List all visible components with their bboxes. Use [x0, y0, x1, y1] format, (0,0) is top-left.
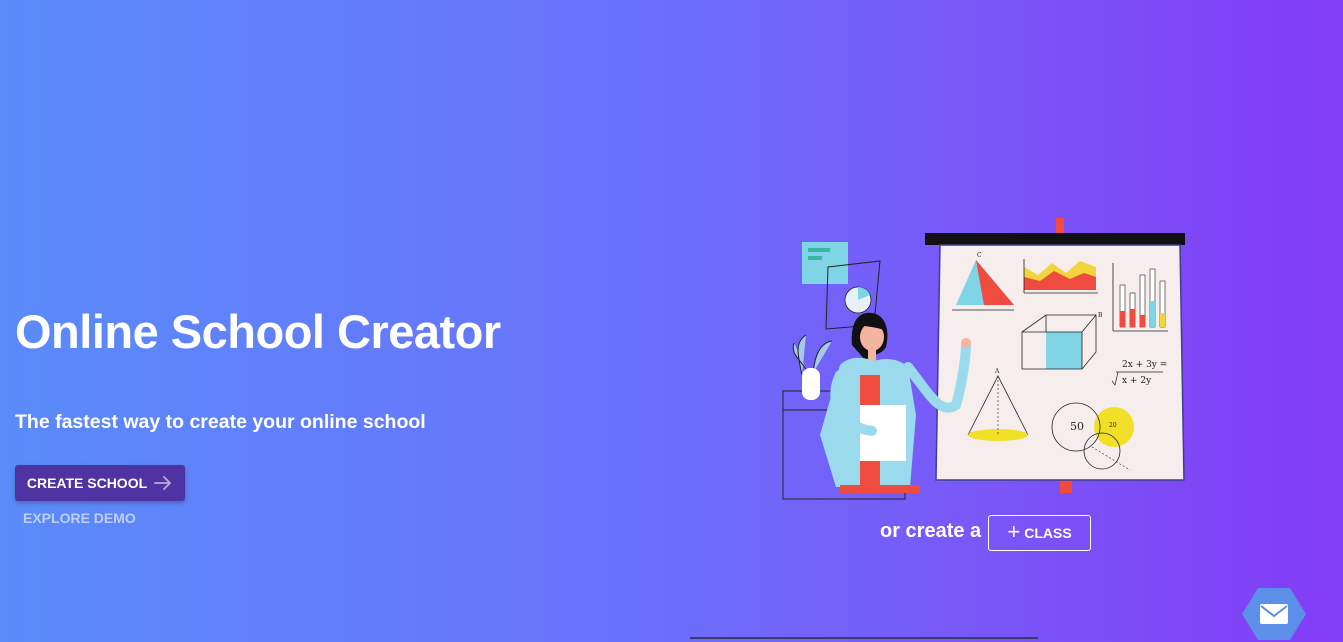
create-class-button[interactable]: + CLASS: [988, 515, 1091, 551]
teacher-illustration: C B 2x + 3y = x + 2y A 50 20: [782, 218, 1185, 500]
mail-icon[interactable]: [1242, 586, 1306, 642]
create-class-label: CLASS: [1024, 525, 1072, 541]
hero-title: Online School Creator: [15, 305, 501, 358]
create-school-button[interactable]: CREATE SCHOOL: [15, 465, 185, 501]
equation-top: 2x + 3y =: [1122, 360, 1167, 370]
hero-subtitle: The fastest way to create your online sc…: [15, 411, 426, 433]
explore-demo-link[interactable]: EXPLORE DEMO: [23, 510, 136, 526]
label-b: B: [1098, 312, 1103, 319]
venn-right-value: 20: [1109, 422, 1117, 429]
equation-bottom: x + 2y: [1122, 376, 1152, 386]
label-c: C: [977, 252, 982, 259]
plus-icon: +: [1007, 519, 1021, 544]
venn-left-value: 50: [1070, 420, 1084, 433]
create-school-label: CREATE SCHOOL: [26, 475, 148, 491]
or-create-text: or create a: [880, 520, 982, 542]
label-a: A: [994, 368, 1000, 375]
arrow-right-icon: [154, 476, 172, 490]
